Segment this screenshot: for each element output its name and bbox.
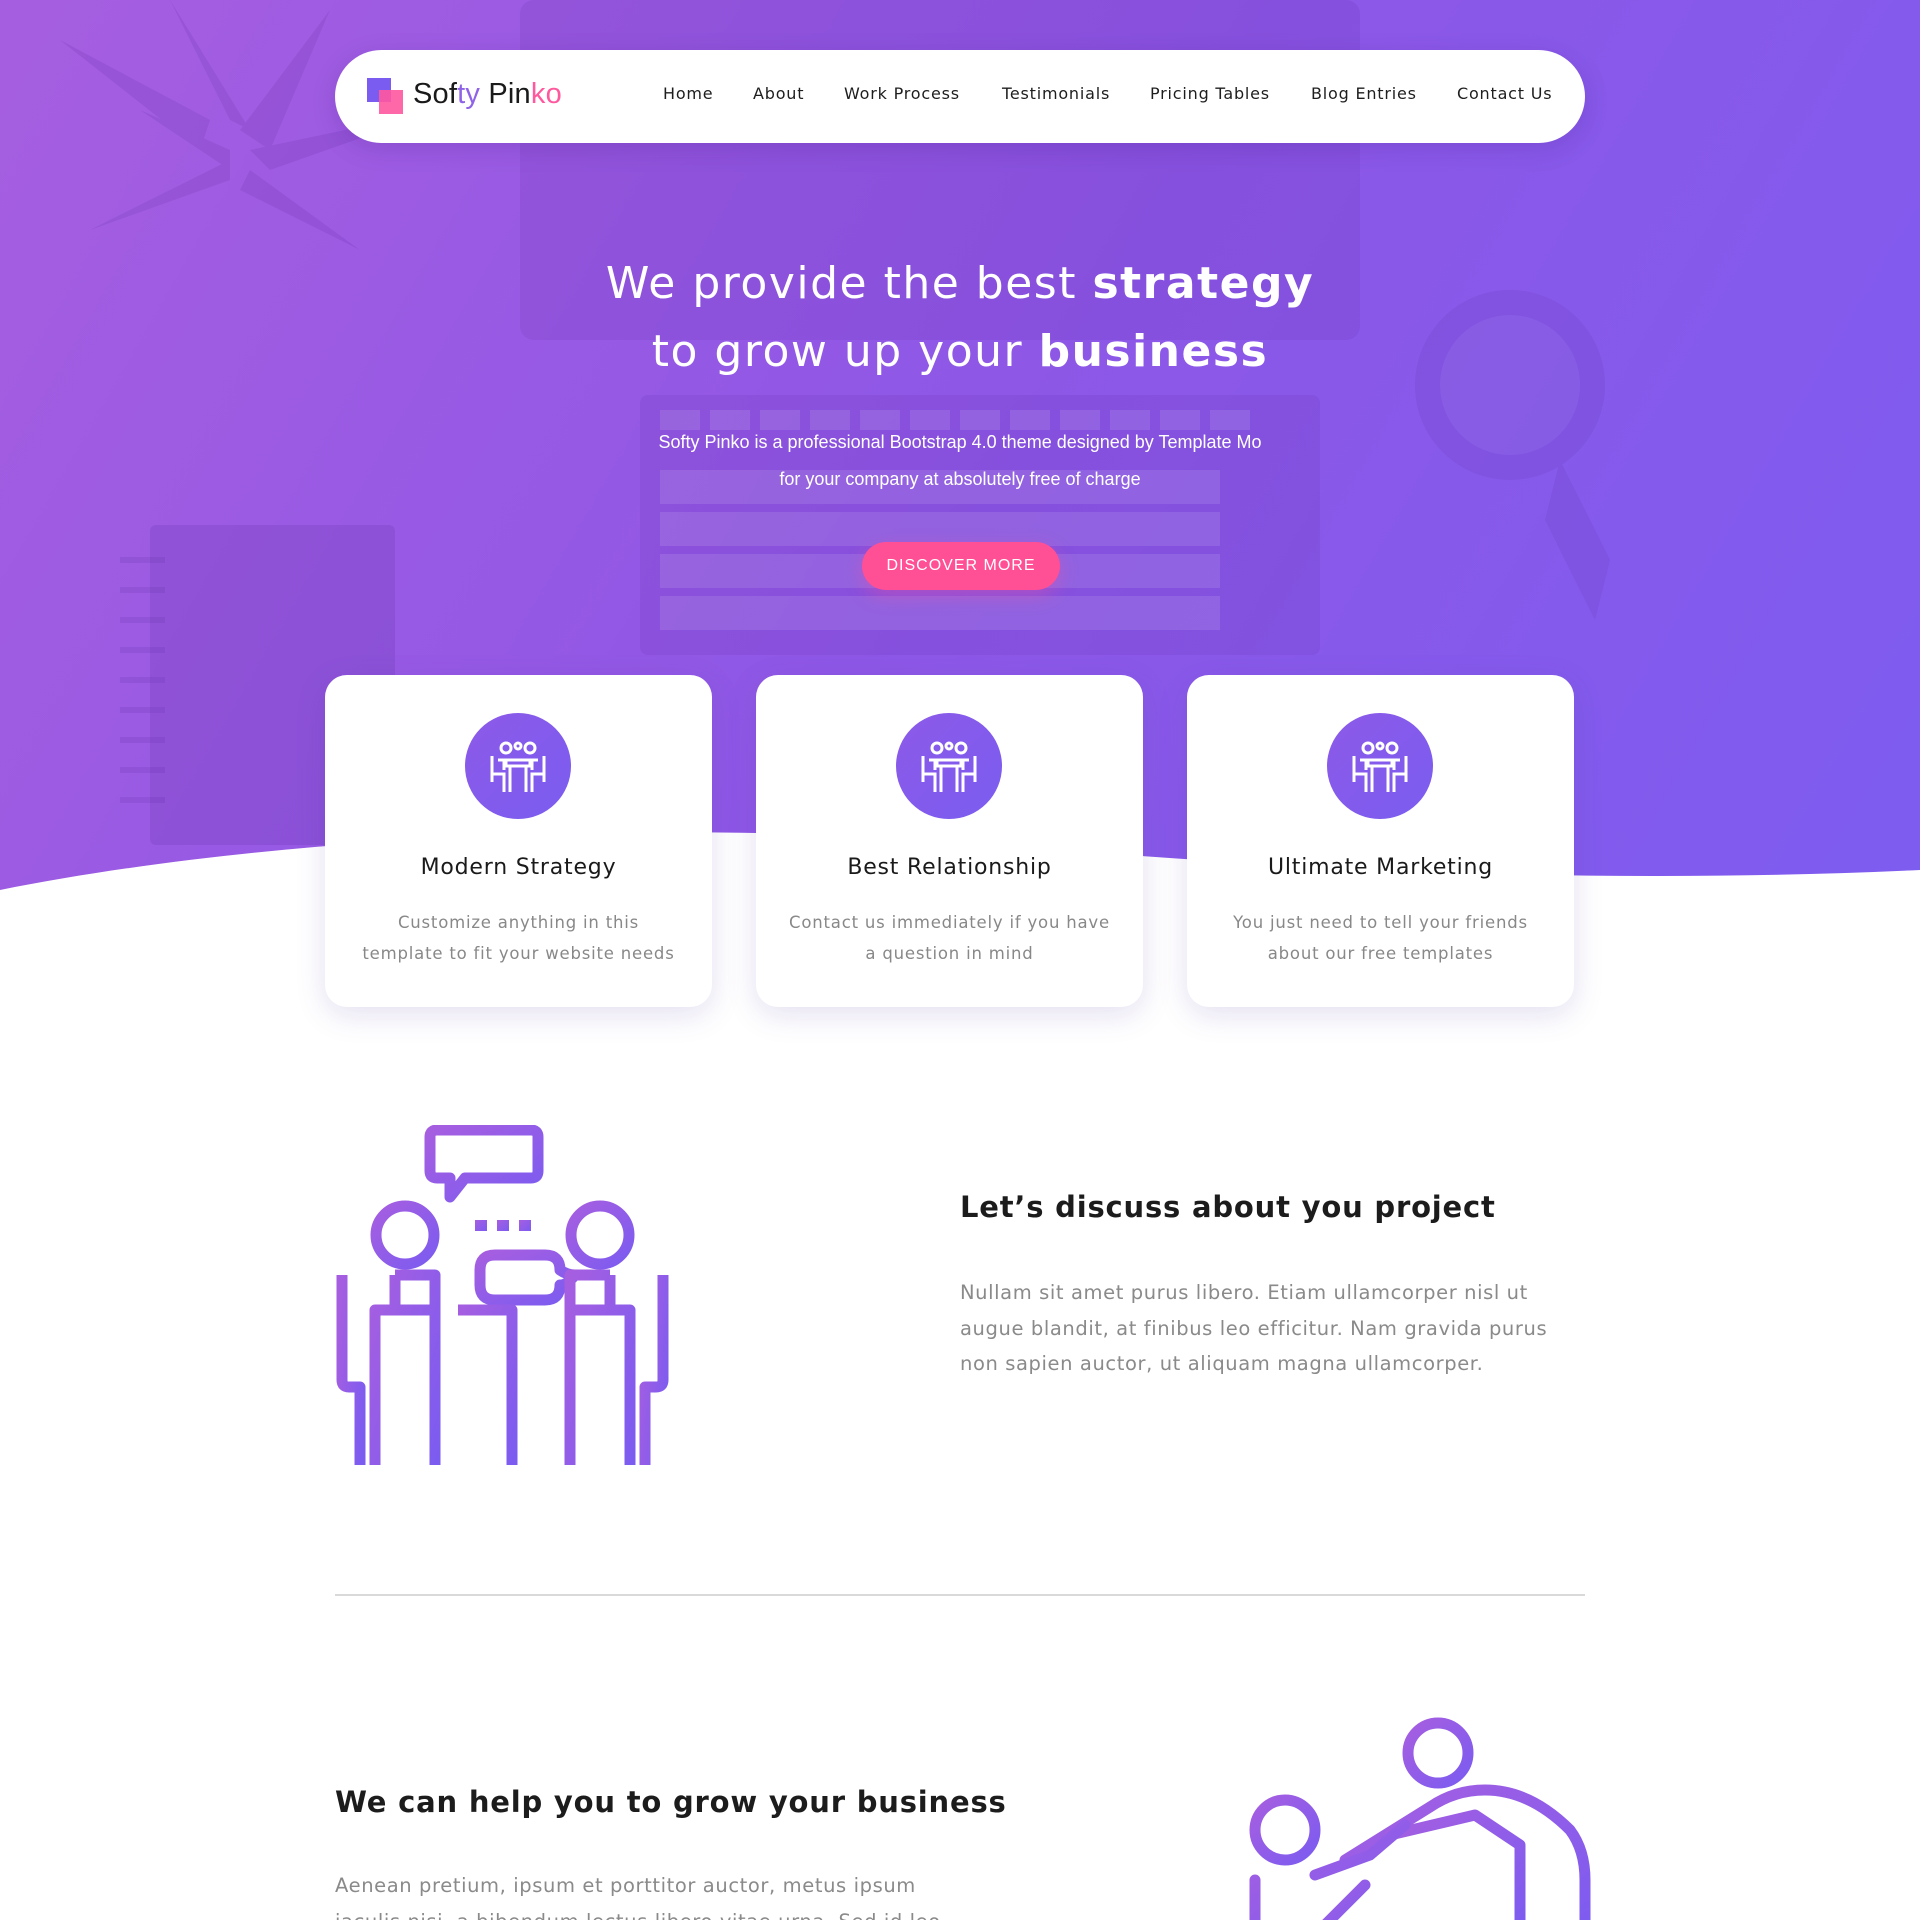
nav-item-work-process[interactable]: Work Process: [844, 84, 960, 103]
feature-title: Ultimate Marketing: [1267, 855, 1494, 880]
meeting-icon: [896, 713, 1002, 819]
meeting-icon: [1327, 713, 1433, 819]
nav-item-contact-us[interactable]: Contact Us: [1457, 84, 1552, 103]
people-discussion-icon: [336, 1125, 669, 1465]
feature-text: Contact us immediately if you have a ques…: [789, 913, 1110, 963]
feature-card: Ultimate Marketing You just need to tell…: [1187, 675, 1574, 1007]
top-navbar: Softy Pinko Home About Work Process Test…: [335, 50, 1585, 143]
feature-card: Best Relationship Contact us immediately…: [756, 675, 1143, 1007]
discover-more-button[interactable]: DISCOVER MORE: [862, 542, 1060, 590]
section-divider: [335, 1594, 1585, 1596]
feature-text: Customize anything in this template to fi…: [362, 913, 675, 963]
discuss-text: Nullam sit amet purus libero. Etiam ulla…: [960, 1281, 1548, 1375]
feature-title: Best Relationship: [847, 855, 1052, 880]
nav-item-blog-entries[interactable]: Blog Entries: [1311, 84, 1417, 103]
feature-text: You just need to tell your friends about …: [1233, 913, 1528, 963]
grow-text: Aenean pretium, ipsum et porttitor aucto…: [335, 1874, 940, 1920]
hero-title: We provide the best strategy to grow up …: [605, 258, 1315, 377]
feature-title: Modern Strategy: [420, 855, 617, 880]
teamwork-icon: [1249, 1717, 1591, 1920]
nav-item-pricing-tables[interactable]: Pricing Tables: [1150, 84, 1270, 103]
nav-item-about[interactable]: About: [753, 84, 804, 103]
discuss-heading: Let’s discuss about you project: [960, 1190, 1496, 1224]
meeting-icon: [465, 713, 571, 819]
feature-card: Modern Strategy Customize anything in th…: [325, 675, 712, 1007]
nav-item-home[interactable]: Home: [663, 84, 713, 103]
nav-item-testimonials[interactable]: Testimonials: [1002, 84, 1110, 103]
nav-menu: Home About Work Process Testimonials Pri…: [335, 50, 1585, 143]
grow-heading: We can help you to grow your business: [335, 1785, 1007, 1819]
hero-subtitle: Softy Pinko is a professional Bootstrap …: [658, 432, 1262, 489]
